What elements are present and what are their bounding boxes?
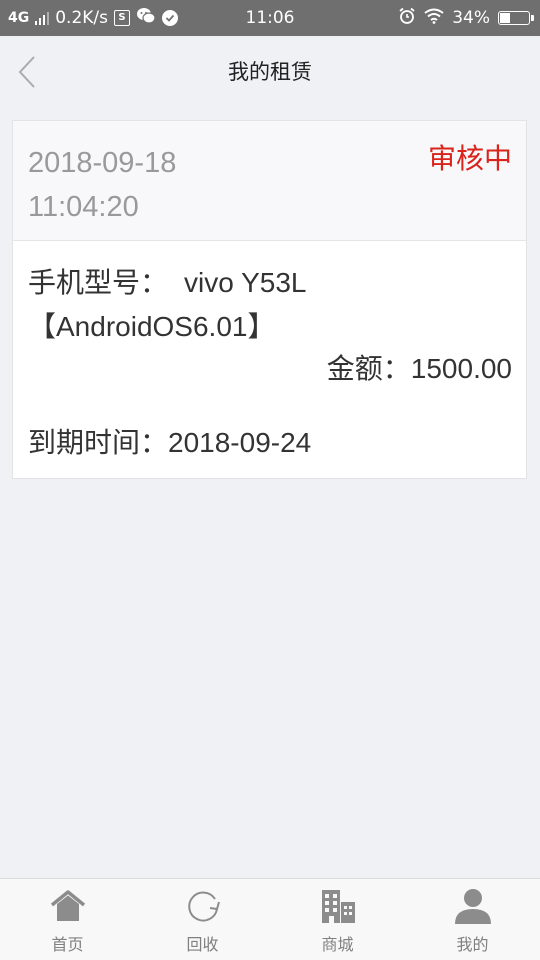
wifi-icon bbox=[424, 8, 444, 29]
nav-label-home: 首页 bbox=[51, 935, 84, 954]
clock: 11:06 bbox=[245, 8, 295, 28]
battery-fill bbox=[500, 13, 511, 23]
amount: 金额：1500.00 bbox=[327, 347, 512, 391]
nav-item-home[interactable]: 首页 bbox=[0, 879, 135, 960]
nav-label-mall: 商城 bbox=[321, 935, 354, 954]
sim-icon: S bbox=[114, 10, 131, 26]
nav-item-recycle[interactable]: 回收 bbox=[135, 879, 270, 960]
header: 我的租赁 bbox=[0, 36, 540, 108]
card-header: 2018-09-18 11:04:20 审核中 bbox=[13, 121, 526, 241]
mall-building-icon bbox=[319, 887, 357, 925]
signal-icon bbox=[35, 11, 50, 25]
model-label: 手机型号： bbox=[28, 266, 169, 299]
user-icon bbox=[454, 887, 492, 925]
wechat-icon bbox=[136, 7, 156, 30]
nav-item-mall[interactable]: 商城 bbox=[270, 879, 405, 960]
os-value: 【AndroidOS6.01】 bbox=[28, 311, 276, 342]
nav-item-mine[interactable]: 我的 bbox=[405, 879, 540, 960]
model-value: vivo Y53L bbox=[184, 267, 307, 298]
status-badge: 审核中 bbox=[427, 142, 512, 175]
order-time: 11:04:20 bbox=[28, 191, 139, 223]
bottom-nav: 首页 回收 商城 我的 bbox=[0, 878, 540, 960]
amount-value: 1500.00 bbox=[410, 353, 512, 384]
network-speed: 0.2K/s bbox=[55, 8, 109, 28]
status-bar-right: 34% bbox=[398, 0, 534, 36]
status-bar-left: 4G 0.2K/s S bbox=[8, 0, 179, 36]
amount-label: 金额： bbox=[326, 352, 411, 385]
battery-percent: 34% bbox=[452, 8, 490, 28]
network-type: 4G bbox=[8, 10, 30, 26]
home-icon bbox=[49, 887, 87, 925]
order-date: 2018-09-18 bbox=[28, 147, 177, 179]
order-datetime: 2018-09-18 11:04:20 bbox=[28, 141, 176, 229]
check-circle-icon bbox=[162, 10, 179, 26]
rental-order-card[interactable]: 2018-09-18 11:04:20 审核中 手机型号： vivo Y53L 【… bbox=[12, 120, 527, 479]
recycle-icon bbox=[184, 887, 222, 925]
nav-label-recycle: 回收 bbox=[186, 935, 219, 954]
due-date: 到期时间：2018-09-24 bbox=[28, 421, 311, 465]
nav-label-mine: 我的 bbox=[456, 935, 489, 954]
due-label: 到期时间： bbox=[28, 426, 169, 459]
alarm-icon bbox=[398, 7, 416, 30]
page-title: 我的租赁 bbox=[228, 60, 312, 84]
battery-icon bbox=[498, 11, 534, 25]
phone-model: 手机型号： vivo Y53L 【AndroidOS6.01】 bbox=[28, 261, 513, 349]
status-bar: 4G 0.2K/s S 11:06 34% bbox=[0, 0, 540, 36]
due-value: 2018-09-24 bbox=[168, 427, 312, 458]
